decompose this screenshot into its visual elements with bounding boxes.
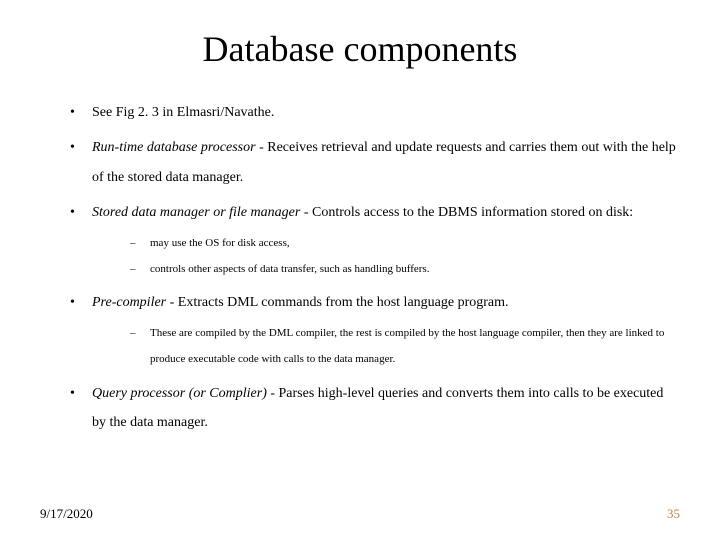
- sub-text: controls other aspects of data transfer,…: [150, 263, 429, 275]
- footer: 9/17/2020 35: [40, 506, 680, 522]
- footer-date: 9/17/2020: [40, 506, 93, 522]
- sub-list: may use the OS for disk access, controls…: [92, 230, 680, 283]
- sub-item: These are compiled by the DML compiler, …: [130, 320, 680, 373]
- list-item: Stored data manager or file manager - Co…: [70, 198, 680, 282]
- bullet-term: Stored data manager or file manager: [92, 205, 300, 220]
- bullet-term: Pre-compiler: [92, 295, 166, 310]
- list-item: Run-time database processor - Receives r…: [70, 133, 680, 192]
- sub-item: may use the OS for disk access,: [130, 230, 680, 256]
- bullet-text: - Extracts DML commands from the host la…: [166, 295, 508, 310]
- sub-text: These are compiled by the DML compiler, …: [150, 327, 664, 365]
- list-item: See Fig 2. 3 in Elmasri/Navathe.: [70, 98, 680, 127]
- bullet-text: - Controls access to the DBMS informatio…: [300, 205, 633, 220]
- sub-list: These are compiled by the DML compiler, …: [92, 320, 680, 373]
- list-item: Query processor (or Complier) - Parses h…: [70, 379, 680, 438]
- bullet-text: See Fig 2. 3 in Elmasri/Navathe.: [92, 105, 274, 120]
- sub-text: may use the OS for disk access,: [150, 237, 290, 249]
- bullet-term: Query processor (or Complier): [92, 386, 267, 401]
- bullet-list: See Fig 2. 3 in Elmasri/Navathe. Run-tim…: [40, 98, 680, 437]
- page-number: 35: [667, 506, 680, 522]
- list-item: Pre-compiler - Extracts DML commands fro…: [70, 288, 680, 372]
- slide: { "title": "Database components", "bulle…: [0, 0, 720, 540]
- slide-title: Database components: [40, 28, 680, 70]
- sub-item: controls other aspects of data transfer,…: [130, 256, 680, 282]
- bullet-term: Run-time database processor: [92, 140, 256, 155]
